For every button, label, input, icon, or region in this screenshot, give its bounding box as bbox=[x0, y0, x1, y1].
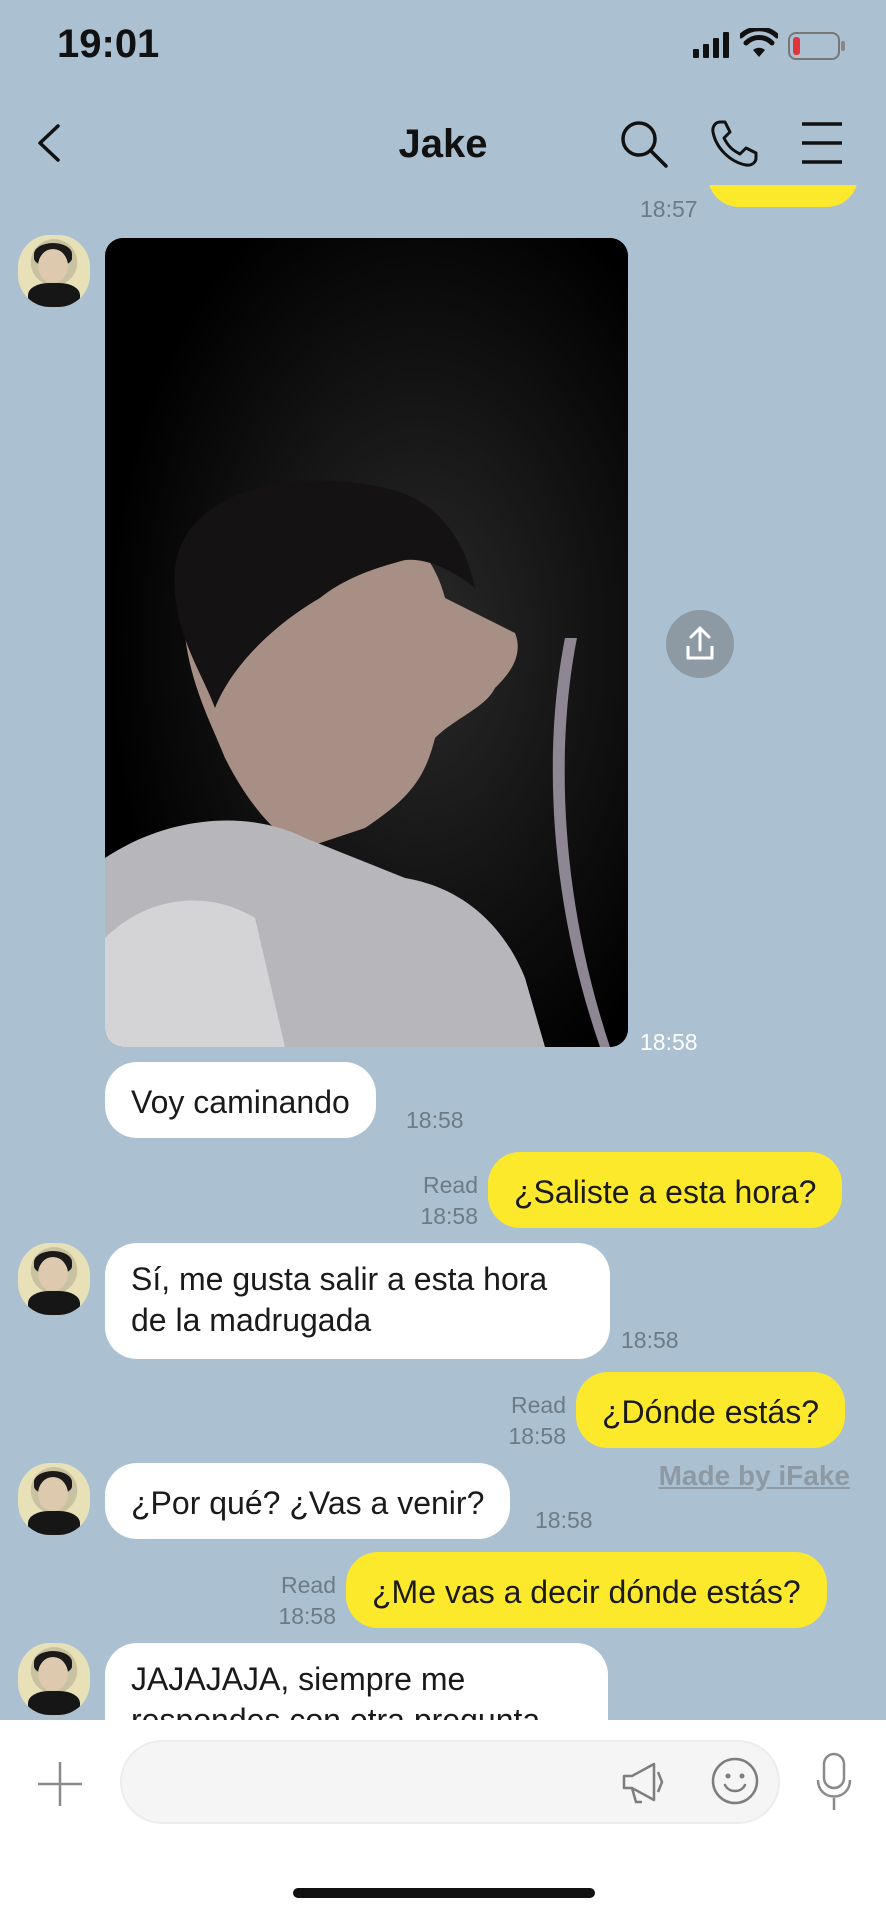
call-button[interactable] bbox=[708, 118, 760, 170]
message-text-line: respondes con otra pregunta bbox=[131, 1702, 541, 1720]
status-time: 19:01 bbox=[57, 22, 160, 66]
message-bubble[interactable]: ¿Por qué? ¿Vas a venir? bbox=[105, 1463, 511, 1539]
message-time: 18:58 bbox=[406, 1107, 464, 1133]
message-text-line: de la madrugada bbox=[131, 1302, 372, 1338]
menu-icon bbox=[802, 122, 842, 164]
message-time: 18:58 bbox=[621, 1327, 679, 1353]
message-bubble[interactable]: Voy caminando bbox=[105, 1062, 376, 1138]
emoji-button[interactable] bbox=[710, 1756, 760, 1806]
avatar[interactable] bbox=[18, 235, 90, 307]
message-bubble[interactable]: JAJAJAJA, siempre me respondes con otra … bbox=[105, 1643, 608, 1720]
watermark: Made by iFake bbox=[658, 1460, 850, 1491]
announce-button[interactable] bbox=[620, 1758, 666, 1804]
plus-icon bbox=[38, 1762, 82, 1806]
megaphone-icon bbox=[622, 1762, 664, 1804]
message-time: 18:58 bbox=[640, 1029, 698, 1055]
avatar[interactable] bbox=[18, 1463, 90, 1535]
photo-image bbox=[105, 238, 628, 1047]
message-bubble[interactable]: ¿Me vas a decir dónde estás? bbox=[346, 1552, 827, 1628]
message-time: 18:58 bbox=[535, 1507, 593, 1533]
signal-icon bbox=[693, 32, 729, 63]
message-bubble[interactable]: ¿Dónde estás? bbox=[576, 1372, 846, 1448]
microphone-icon bbox=[816, 1752, 852, 1810]
message-bubble[interactable]: ¿Saliste a esta hora? bbox=[488, 1152, 843, 1228]
search-button[interactable] bbox=[618, 118, 670, 170]
wifi-icon bbox=[738, 26, 780, 63]
avatar[interactable] bbox=[18, 1643, 90, 1715]
search-icon bbox=[621, 121, 668, 168]
attach-button[interactable] bbox=[36, 1760, 84, 1808]
avatar[interactable] bbox=[18, 1243, 90, 1315]
message-bubble-partial[interactable] bbox=[708, 185, 858, 207]
message-input[interactable] bbox=[120, 1740, 780, 1824]
message-text-line: Sí, me gusta salir a esta hora bbox=[131, 1261, 548, 1297]
voice-button[interactable] bbox=[814, 1752, 854, 1812]
read-receipt: Read bbox=[281, 1572, 336, 1598]
phone-icon bbox=[711, 120, 758, 167]
message-time: 18:58 bbox=[508, 1423, 566, 1449]
read-receipt: Read bbox=[511, 1392, 566, 1418]
message-time: 18:58 bbox=[278, 1603, 336, 1629]
message-time: 18:58 bbox=[420, 1203, 478, 1229]
message-bubble[interactable]: Sí, me gusta salir a esta hora de la mad… bbox=[105, 1243, 610, 1359]
battery-icon bbox=[788, 32, 846, 65]
message-time: 18:57 bbox=[640, 196, 698, 222]
menu-button[interactable] bbox=[800, 120, 844, 166]
emoji-icon bbox=[711, 1757, 759, 1805]
share-icon bbox=[686, 626, 714, 660]
read-receipt: Read bbox=[423, 1172, 478, 1198]
home-indicator bbox=[293, 1888, 595, 1898]
message-text-line: JAJAJAJA, siempre me bbox=[131, 1661, 466, 1697]
share-button[interactable] bbox=[666, 610, 734, 678]
photo-message[interactable] bbox=[105, 238, 628, 1047]
